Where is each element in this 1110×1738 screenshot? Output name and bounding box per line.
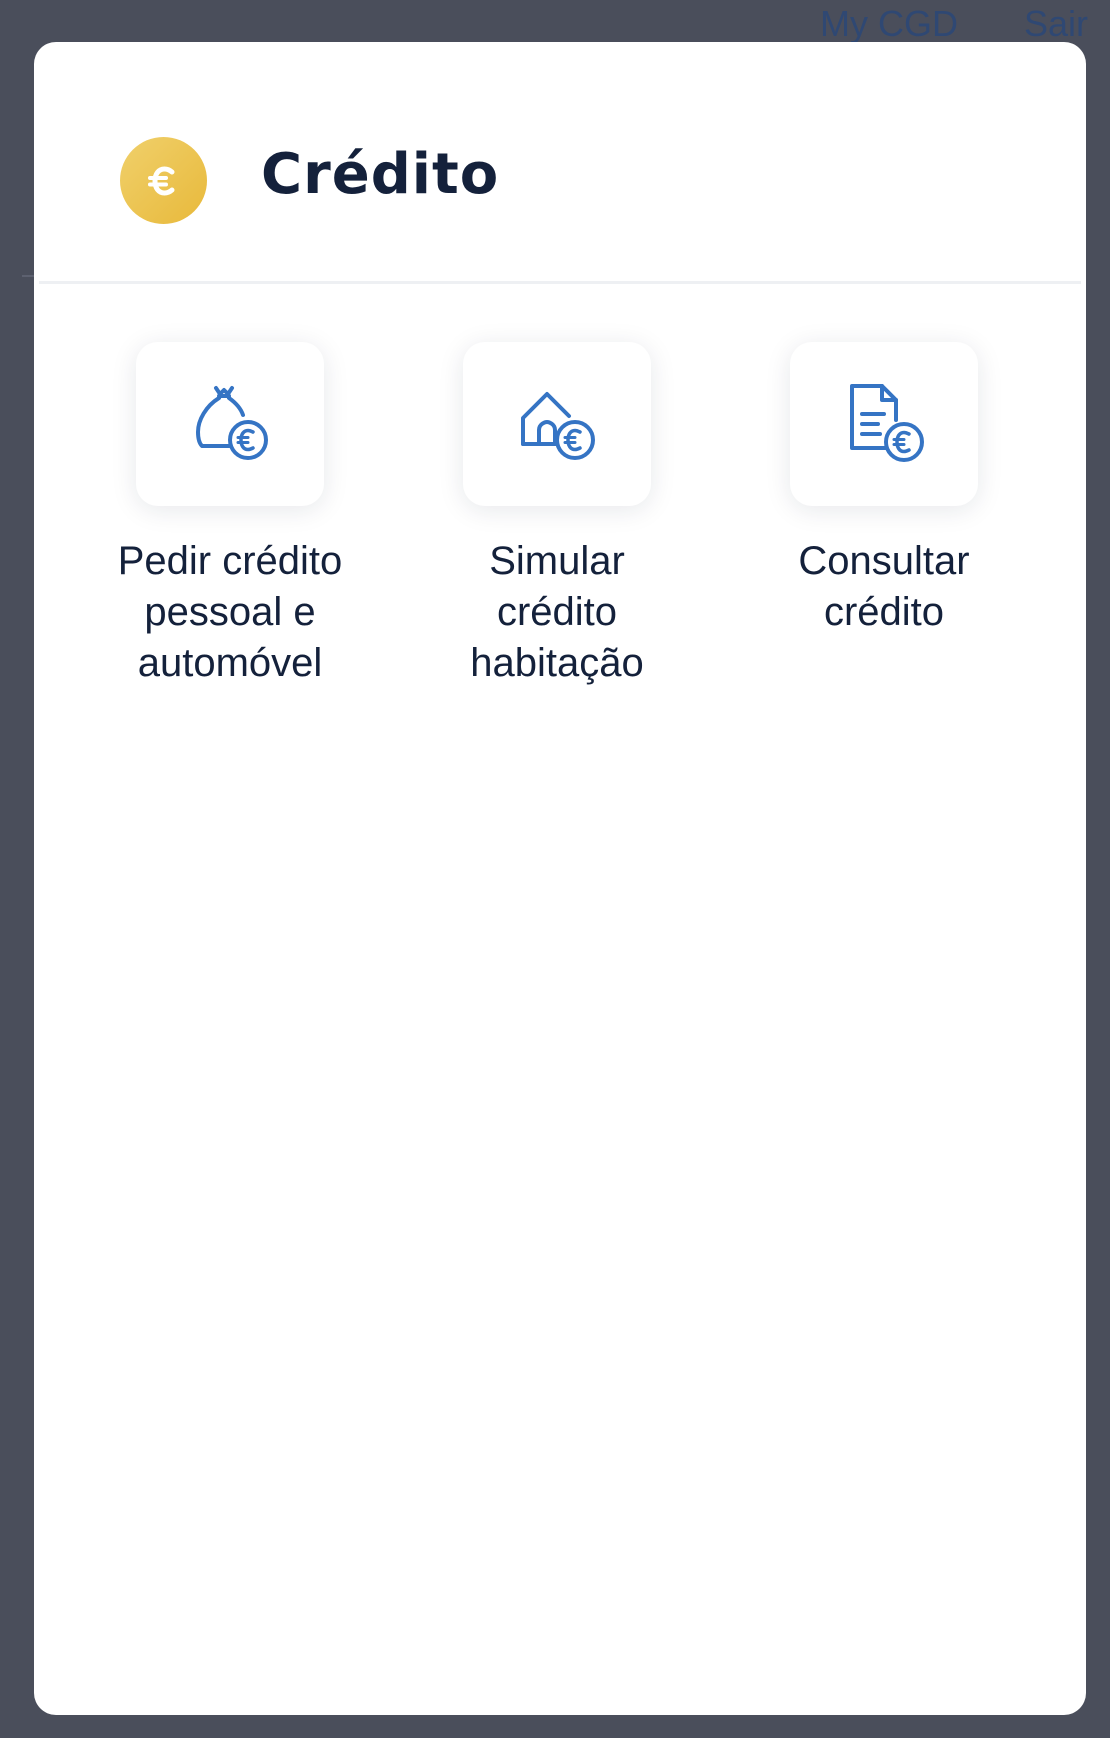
- option-label: Consultar crédito: [798, 539, 970, 634]
- option-personal-credit[interactable]: Pedir crédito pessoal e automóvel: [100, 342, 360, 689]
- option-label: Simular crédito habitação: [470, 539, 644, 685]
- euro-coin-icon: [120, 137, 207, 224]
- modal-title: Crédito: [261, 142, 500, 207]
- option-tile[interactable]: [136, 342, 324, 506]
- modal-header: Crédito: [39, 42, 1081, 284]
- my-cgd-link[interactable]: My CGD: [820, 3, 958, 45]
- house-euro-icon: [521, 392, 595, 460]
- logout-link[interactable]: Sair: [1024, 3, 1088, 45]
- background-top-links: My CGD Sair: [820, 0, 1088, 48]
- option-simulate-mortgage[interactable]: Simular crédito habitação: [427, 342, 687, 689]
- document-euro-icon: [850, 384, 924, 462]
- money-bag-euro-icon: [196, 386, 268, 460]
- option-tile[interactable]: [463, 342, 651, 506]
- option-view-credit[interactable]: Consultar crédito: [754, 342, 1014, 638]
- option-tile[interactable]: [790, 342, 978, 506]
- option-label: Pedir crédito pessoal e automóvel: [117, 539, 343, 685]
- credit-modal: Crédito Pedir crédito pessoal e automóve…: [34, 42, 1086, 1715]
